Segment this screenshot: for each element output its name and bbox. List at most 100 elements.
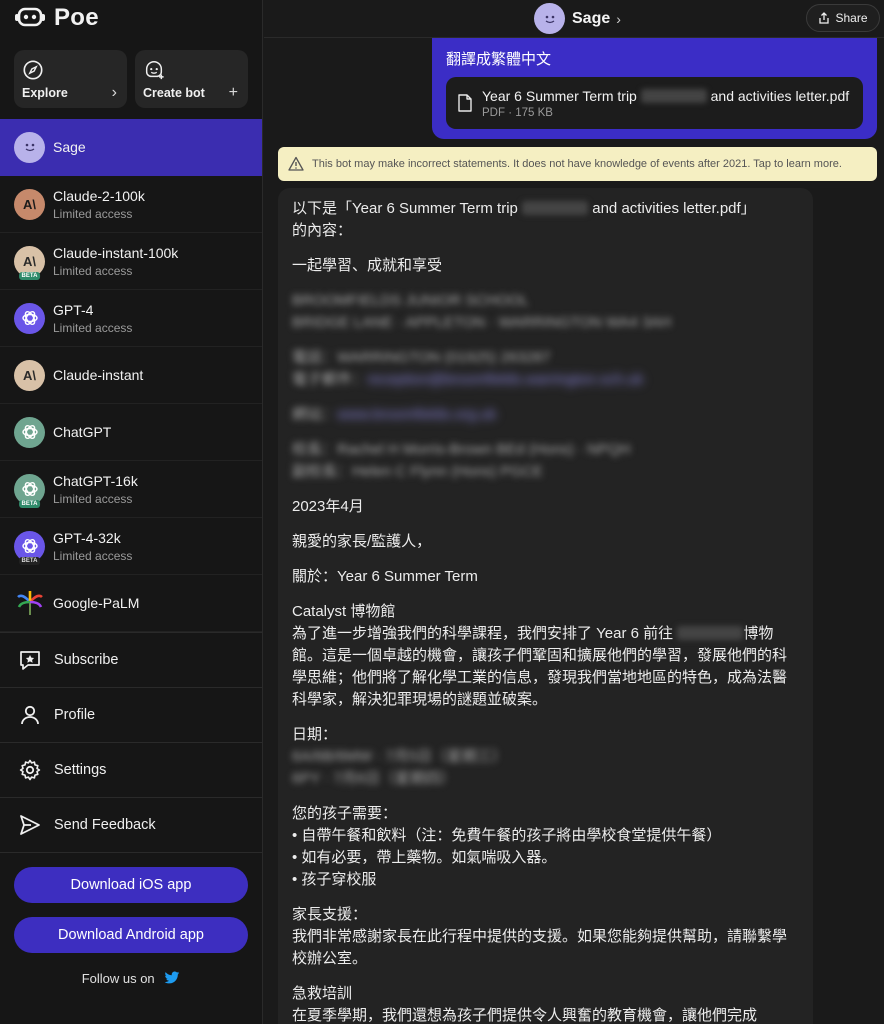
sage-face-icon (534, 3, 565, 34)
sidebar-item-sage[interactable]: Sage (0, 119, 262, 176)
send-icon (20, 815, 40, 835)
gear-icon (19, 759, 41, 781)
download-ios-button[interactable]: Download iOS app (14, 867, 248, 903)
chevron-right-icon: › (616, 10, 621, 27)
subscribe-link[interactable]: Subscribe (0, 632, 262, 687)
sage-face-icon (14, 131, 45, 163)
anthropic-logo-icon: A\ (14, 359, 45, 391)
anthropic-logo-icon: A\ (14, 188, 45, 220)
redacted-block: BROOMFIELDS JUNIOR SCHOOL BRIDGE LANE · A… (292, 292, 672, 331)
bot-access-status: Limited access (53, 320, 133, 335)
compass-icon (23, 60, 43, 80)
bot-name: GPT-4-32k (53, 529, 121, 546)
send-feedback-label: Send Feedback (54, 817, 156, 833)
list-item: • 自帶午餐和飲料（注：免費午餐的孩子將由學校食堂提供午餐） (292, 827, 722, 844)
bot-name: Claude-2-100k (53, 187, 145, 204)
palm-logo-icon (14, 588, 45, 619)
user-message: 翻譯成繁體中文 Year 6 Summer Term trip and acti… (432, 38, 877, 139)
create-bot-button[interactable]: Create bot + (135, 50, 248, 108)
redacted-block: 電話：WARRINGTON (01925) 263287 電子郵件：recepti… (292, 349, 644, 388)
openai-logo-icon (14, 302, 45, 334)
document-icon (458, 94, 472, 112)
disclaimer-banner[interactable]: This bot may make incorrect statements. … (278, 147, 877, 181)
bot-name: Google-PaLM (53, 595, 140, 611)
share-icon (819, 12, 830, 24)
create-bot-icon (145, 61, 164, 80)
anthropic-logo-icon: A\ BETA (14, 245, 45, 280)
reply-motto: 一起學習、成就和享受 (292, 257, 443, 274)
bot-access-status: Limited access (53, 206, 133, 221)
follow-us[interactable]: Follow us on (0, 971, 262, 986)
file-name: Year 6 Summer Term trip and activities l… (482, 87, 850, 104)
chat-header: Sage › Share (264, 0, 884, 38)
person-icon (21, 705, 39, 725)
openai-logo-icon: BETA (14, 473, 45, 508)
bot-access-status: Limited access (53, 548, 133, 563)
reply-museum-section: Catalyst 博物館 為了進一步增強我們的科學課程，我們安排了 Year 6… (292, 603, 788, 708)
settings-link[interactable]: Settings (0, 742, 262, 797)
file-meta: PDF · 175 KB (482, 106, 553, 119)
sidebar-item-gpt-4[interactable]: GPT-4 Limited access (0, 290, 262, 347)
app-name: Poe (54, 4, 99, 31)
header-bot-button[interactable]: Sage › (534, 3, 621, 34)
bot-name: ChatGPT (53, 424, 112, 440)
bot-name: GPT-4 (53, 301, 94, 318)
redacted-block: 校長：Rachel H Morris-Brown BEd (Hons) · NP… (292, 441, 631, 480)
profile-link[interactable]: Profile (0, 687, 262, 742)
file-attachment[interactable]: Year 6 Summer Term trip and activities l… (446, 77, 863, 129)
settings-label: Settings (54, 762, 107, 778)
reply-firstaid-section: 急救培訓 在夏季學期，我們還想為孩子們提供令人興奮的教育機會，讓他們完成 (292, 985, 758, 1024)
reply-greeting: 親愛的家長/監護人， (292, 533, 432, 550)
reply-date-section: 日期： 6A/6B/6MW · 7月5日（星期三） 6PY · 7月6日（星期四… (292, 726, 508, 787)
sidebar-item-claude-instant-100k[interactable]: A\ BETA Claude-instant-100k Limited acces… (0, 233, 262, 290)
sidebar-item-claude-instant[interactable]: A\ Claude-instant (0, 347, 262, 404)
reply-needs-section: 您的孩子需要： • 自帶午餐和飲料（注：免費午餐的孩子將由學校食堂提供午餐） •… (292, 805, 722, 888)
star-chat-icon (20, 651, 40, 670)
beta-badge: BETA (18, 499, 41, 508)
reply-date: 2023年4月 (292, 498, 364, 515)
explore-label: Explore (22, 86, 68, 100)
bot-name: Claude-instant (53, 367, 144, 383)
bot-reply: 以下是「Year 6 Summer Term trip and activiti… (278, 188, 813, 1024)
bot-access-status: Limited access (53, 491, 133, 506)
profile-label: Profile (54, 707, 96, 723)
plus-icon: + (228, 84, 238, 101)
bot-access-status: Limited access (53, 263, 133, 278)
create-bot-label: Create bot (143, 86, 205, 100)
redacted-text: 6A/6B/6MW · 7月5日（星期三） (292, 748, 508, 765)
beta-badge: BETA (18, 271, 41, 280)
bot-name: Sage (53, 139, 86, 155)
openai-logo-icon: BETA (14, 530, 45, 565)
beta-badge: BETA (18, 556, 41, 565)
header-bot-name: Sage (572, 9, 611, 27)
sidebar-item-chatgpt[interactable]: ChatGPT (0, 404, 262, 461)
chevron-right-icon: › (111, 84, 117, 101)
redacted-text: 6PY · 7月6日（星期四） (292, 770, 456, 787)
sidebar-item-gpt-4-32k[interactable]: BETA GPT-4-32k Limited access (0, 518, 262, 575)
follow-label: Follow us on (81, 971, 155, 986)
sidebar-item-chatgpt-16k[interactable]: BETA ChatGPT-16k Limited access (0, 461, 262, 518)
warning-icon (288, 156, 304, 171)
openai-logo-icon (14, 416, 45, 448)
reply-support-section: 家長支援： 我們非常感謝家長在此行程中提供的支援。如果您能夠提供幫助，請聯繫學校… (292, 906, 788, 967)
share-button[interactable]: Share (806, 4, 880, 32)
bot-name: ChatGPT-16k (53, 472, 138, 489)
list-item: • 孩子穿校服 (292, 871, 377, 888)
reply-intro: 以下是「Year 6 Summer Term trip and activiti… (292, 200, 756, 239)
sidebar-item-google-palm[interactable]: Google-PaLM (0, 575, 262, 632)
poe-logo[interactable]: Poe (0, 0, 262, 36)
download-android-button[interactable]: Download Android app (14, 917, 248, 953)
send-feedback-link[interactable]: Send Feedback (0, 797, 262, 852)
twitter-icon[interactable] (164, 971, 180, 985)
redacted-text (640, 88, 707, 103)
sidebar: Poe Explore › Create bot + Sage A\ Claud… (0, 0, 263, 1024)
bot-list: Sage A\ Claude-2-100k Limited access A\ B… (0, 119, 262, 632)
explore-button[interactable]: Explore › (14, 50, 127, 108)
bot-name: Claude-instant-100k (53, 244, 179, 261)
sidebar-item-claude-2-100k[interactable]: A\ Claude-2-100k Limited access (0, 176, 262, 233)
subscribe-label: Subscribe (54, 652, 119, 668)
redacted-block: 網站：www.broomfields.org.uk (292, 406, 497, 423)
share-label: Share (835, 11, 868, 25)
redacted-text (677, 626, 744, 640)
disclaimer-text: This bot may make incorrect statements. … (312, 158, 842, 170)
